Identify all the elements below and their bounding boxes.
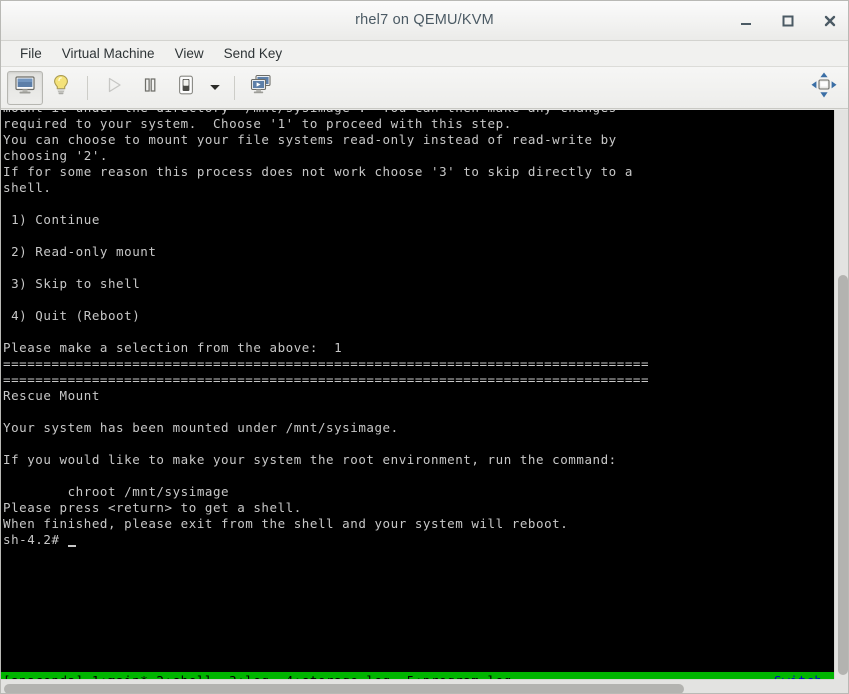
terminal-line: If you would like to make your system th…	[3, 452, 617, 467]
menubar: File Virtual Machine View Send Key	[1, 41, 848, 67]
toolbar-separator-1	[87, 75, 88, 100]
virt-manager-window: rhel7 on QEMU/KVM File Virtual Machine V…	[0, 0, 849, 694]
terminal-line: 1) Continue	[3, 212, 100, 227]
terminal-line: 3) Skip to shell	[3, 276, 141, 291]
power-switch-icon	[176, 74, 196, 101]
close-icon[interactable]	[822, 13, 838, 29]
monitor-icon	[14, 75, 36, 100]
terminal-line: Please make a selection from the above: …	[3, 340, 343, 355]
terminal-output: mount it under the directory '/mnt/sysim…	[1, 110, 834, 548]
show-details-button[interactable]	[43, 71, 79, 105]
menu-item-file[interactable]: File	[11, 43, 51, 64]
vertical-scrollbar[interactable]	[834, 110, 848, 679]
lightbulb-icon	[51, 74, 71, 101]
shutdown-dropdown-button[interactable]	[204, 71, 226, 105]
run-button[interactable]	[96, 71, 132, 105]
titlebar: rhel7 on QEMU/KVM	[1, 1, 848, 41]
window-title: rhel7 on QEMU/KVM	[355, 12, 494, 28]
terminal-line: shell.	[3, 180, 52, 195]
terminal-line: ========================================…	[3, 372, 650, 387]
terminal-line: ========================================…	[3, 356, 650, 371]
minimize-icon[interactable]	[738, 13, 754, 29]
toolbar	[1, 67, 848, 109]
horizontal-scrollbar[interactable]	[1, 679, 848, 693]
terminal-cursor	[67, 545, 76, 547]
terminal-line: required to your system. Choose '1' to p…	[3, 116, 512, 131]
horizontal-scrollbar-thumb[interactable]	[4, 684, 684, 693]
snapshots-button[interactable]	[243, 71, 279, 105]
pause-button[interactable]	[132, 71, 168, 105]
tmux-switch-label: Switch	[774, 672, 822, 679]
play-icon	[104, 75, 124, 100]
terminal-line: 2) Read-only mount	[3, 244, 157, 259]
shutdown-button[interactable]	[168, 71, 204, 105]
fullscreen-button[interactable]	[806, 71, 842, 105]
menu-item-send-key[interactable]: Send Key	[215, 43, 292, 64]
terminal-line: You can choose to mount your file system…	[3, 132, 617, 147]
pause-icon	[140, 75, 160, 100]
window-controls	[738, 1, 838, 40]
terminal-line: chroot /mnt/sysimage	[3, 484, 230, 499]
scrollbar-corner	[834, 679, 848, 693]
menu-item-view[interactable]: View	[166, 43, 213, 64]
maximize-icon[interactable]	[780, 13, 796, 29]
terminal-line: If for some reason this process does not…	[3, 164, 633, 179]
terminal-line: When finished, please exit from the shel…	[3, 516, 569, 531]
terminal-line: 4) Quit (Reboot)	[3, 308, 141, 323]
menu-item-virtual-machine[interactable]: Virtual Machine	[53, 43, 164, 64]
terminal-line: Please press <return> to get a shell.	[3, 500, 302, 515]
console-area: mount it under the directory '/mnt/sysim…	[1, 110, 848, 693]
vm-console[interactable]: mount it under the directory '/mnt/sysim…	[1, 110, 834, 679]
tmux-window-list: [anaconda] 1:main* 2:shell 3:log 4:stora…	[3, 672, 512, 679]
terminal-line: choosing '2'.	[3, 148, 108, 163]
chevron-down-icon	[209, 79, 221, 97]
show-console-button[interactable]	[7, 70, 43, 105]
toolbar-separator-2	[234, 75, 235, 100]
terminal-line: Your system has been mounted under /mnt/…	[3, 420, 399, 435]
tmux-status-bar: [anaconda] 1:main* 2:shell 3:log 4:stora…	[1, 672, 834, 679]
terminal-line: Rescue Mount	[3, 388, 100, 403]
fullscreen-icon	[809, 70, 839, 105]
vertical-scrollbar-thumb[interactable]	[838, 275, 848, 675]
terminal-line: sh-4.2#	[3, 532, 834, 548]
snapshots-icon	[249, 74, 273, 101]
